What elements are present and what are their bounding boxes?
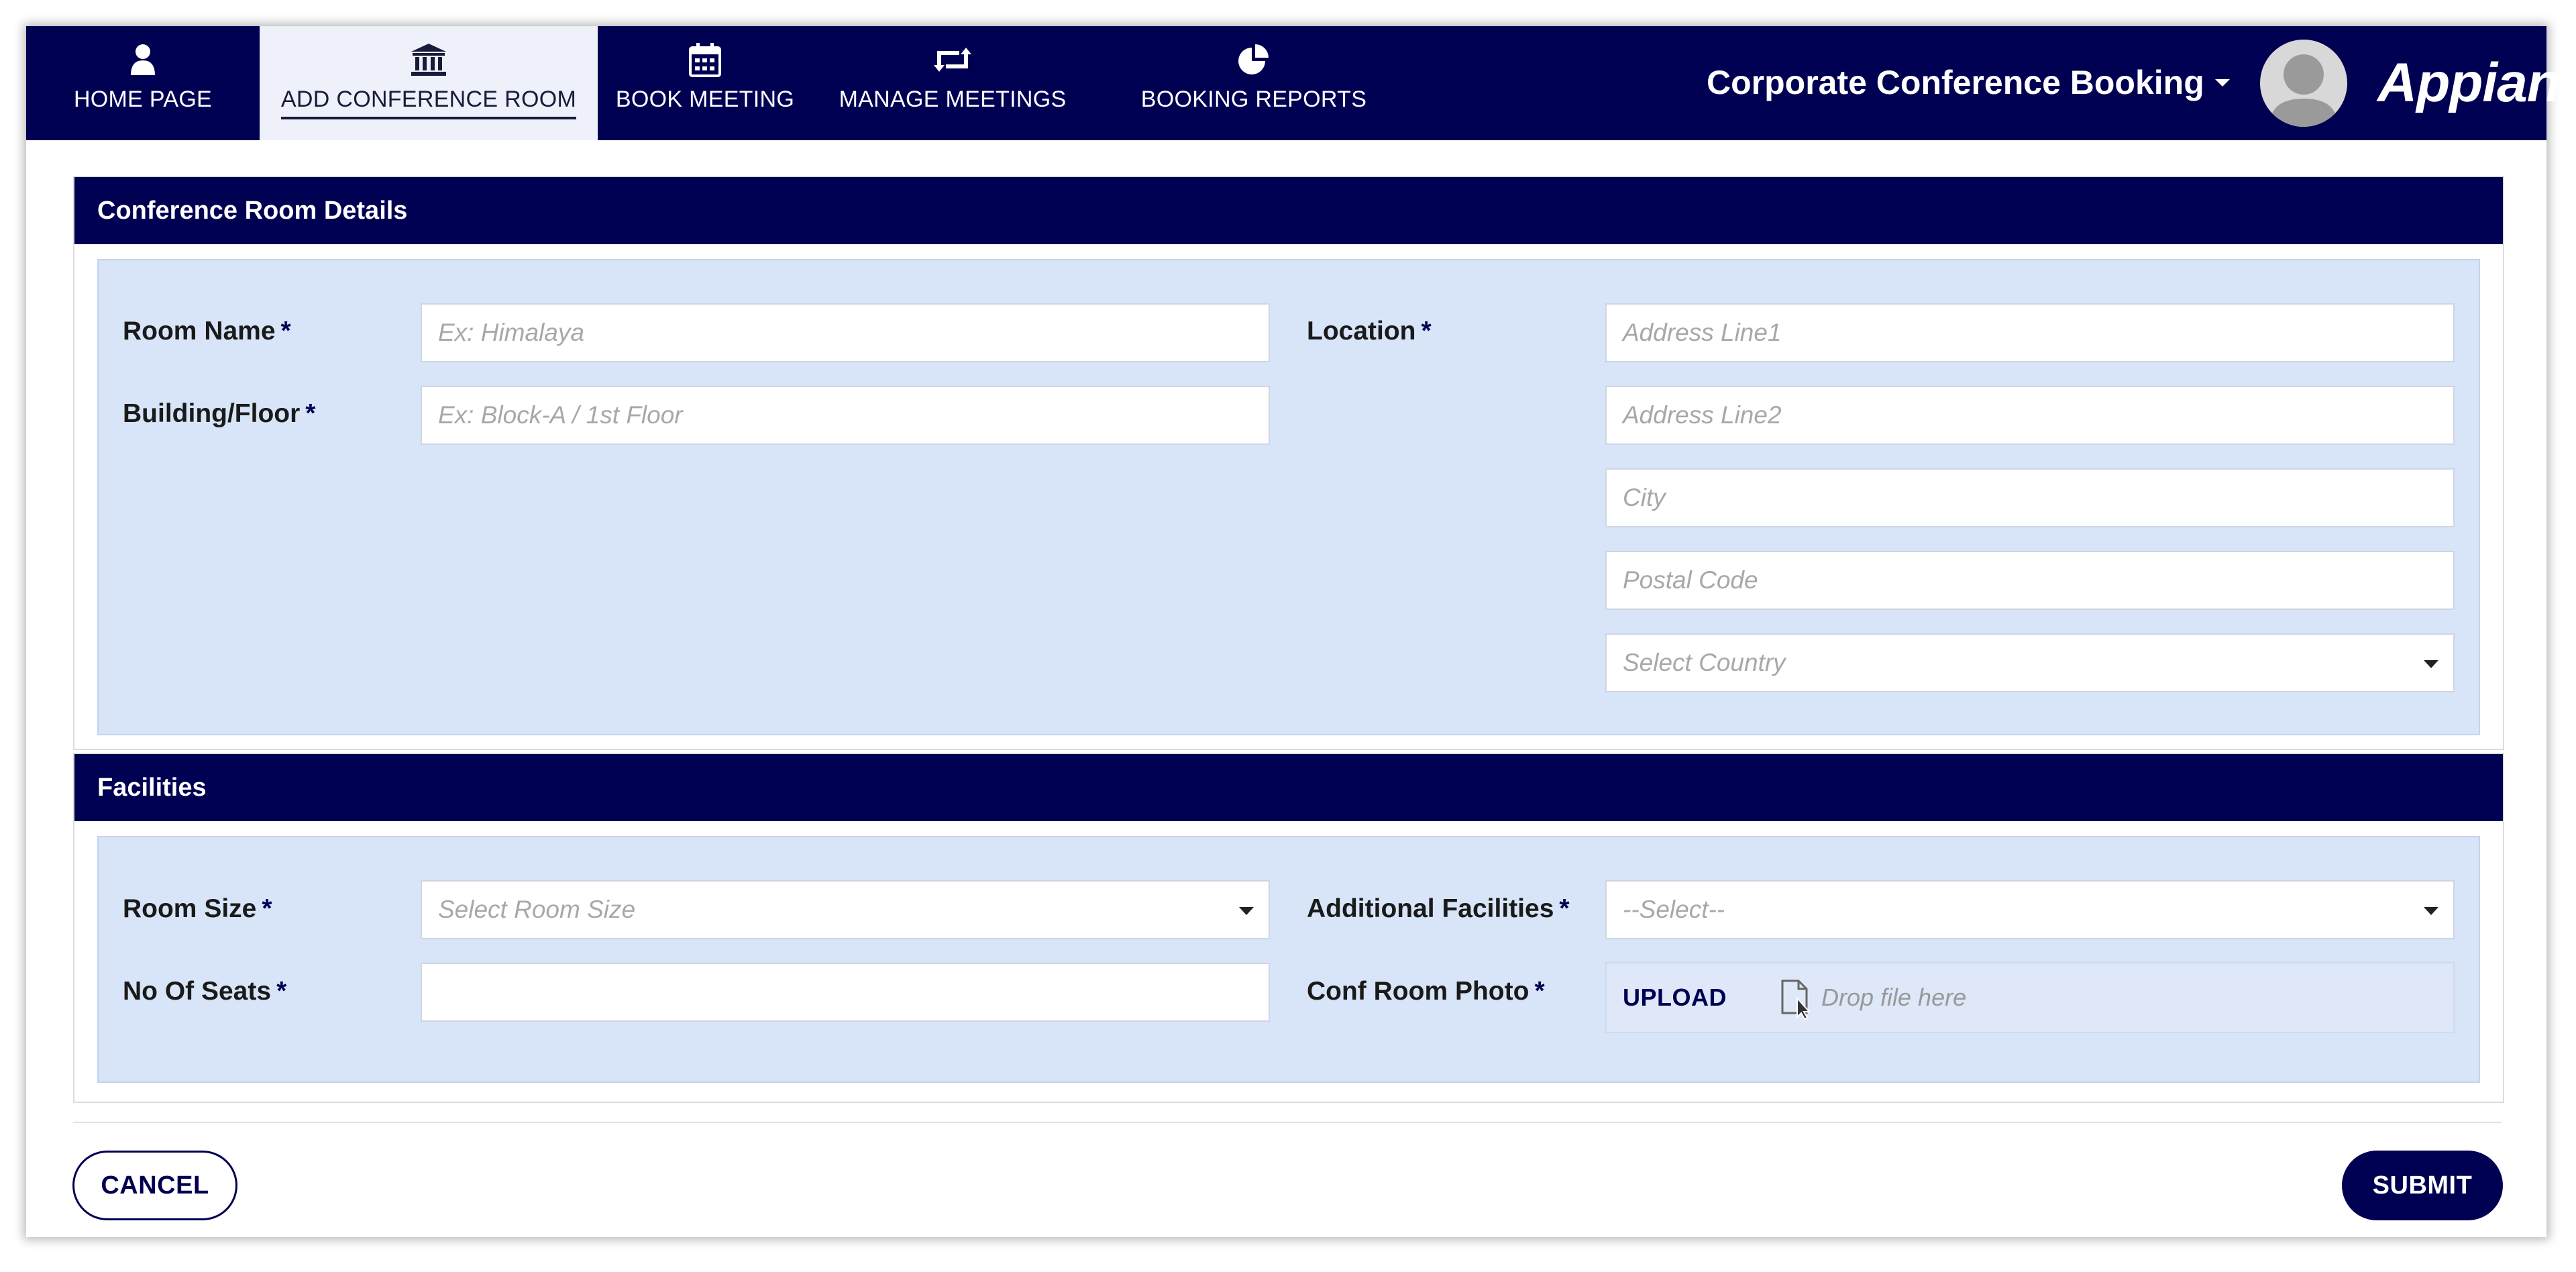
additional-facilities-label: Additional Facilities * (1307, 894, 1570, 923)
tab-add-conference-room[interactable]: ADD CONFERENCE ROOM (260, 26, 598, 140)
country-select-value: Select Country (1623, 649, 1786, 676)
facilities-form-panel: Room Size * Select Room Size No Of Seats *… (97, 836, 2480, 1083)
postal-code-input[interactable]: Postal Code (1605, 551, 2455, 610)
additional-facilities-select[interactable]: --Select-- (1605, 880, 2455, 939)
room-size-select[interactable]: Select Room Size (421, 880, 1270, 939)
building-floor-input[interactable]: Ex: Block-A / 1st Floor (421, 386, 1270, 445)
chevron-down-icon (2214, 78, 2230, 87)
calendar-icon (688, 41, 722, 78)
tab-home-page[interactable]: HOME PAGE (26, 26, 260, 140)
cancel-button[interactable]: CANCEL (72, 1151, 237, 1220)
upload-button[interactable]: UPLOAD (1623, 984, 1727, 1012)
dropdown-arrow-icon (1239, 907, 1254, 915)
no-of-seats-label: No Of Seats * (123, 977, 287, 1006)
room-size-select-value: Select Room Size (438, 896, 636, 923)
divider (73, 1122, 2502, 1123)
retweet-icon (932, 41, 973, 78)
tab-manage-meetings[interactable]: MANAGE MEETINGS (828, 26, 1077, 140)
facilities-section: Facilities Room Size * Select Room Size N… (73, 753, 2504, 1103)
submit-button[interactable]: SUBMIT (2342, 1151, 2503, 1220)
tab-label: BOOKING REPORTS (1140, 87, 1367, 112)
tab-label: HOME PAGE (73, 87, 213, 112)
city-input[interactable]: City (1605, 468, 2455, 527)
user-icon (129, 41, 156, 78)
additional-facilities-select-value: --Select-- (1623, 896, 1725, 923)
conference-room-details-section: Conference Room Details Room Name * Ex: H… (73, 176, 2504, 750)
section-header: Conference Room Details (74, 177, 2503, 244)
location-label: Location * (1307, 317, 1432, 346)
app-switcher[interactable]: Corporate Conference Booking (1707, 63, 2230, 102)
avatar[interactable] (2260, 40, 2347, 127)
dropdown-arrow-icon (2424, 660, 2438, 668)
app-window: HOME PAGE ADD CONFERENCE ROOM BOOK MEETI… (26, 26, 2561, 1237)
room-size-label: Room Size * (123, 894, 272, 923)
tab-label: BOOK MEETING (615, 87, 795, 112)
file-upload-icon (1780, 978, 1813, 1023)
file-drop-zone[interactable]: UPLOAD Drop file here (1605, 962, 2455, 1033)
details-form-panel: Room Name * Ex: Himalaya Building/Floor * … (97, 259, 2480, 735)
tab-booking-reports[interactable]: BOOKING REPORTS (1126, 26, 1381, 140)
top-nav: HOME PAGE ADD CONFERENCE ROOM BOOK MEETI… (26, 26, 2561, 140)
tab-label: MANAGE MEETINGS (839, 87, 1067, 112)
building-floor-label: Building/Floor * (123, 399, 316, 428)
appian-logo: Appian (2377, 52, 2561, 113)
person-silhouette-icon (2269, 54, 2338, 127)
drop-file-hint: Drop file here (1821, 984, 1967, 1011)
address-line1-input[interactable]: Address Line1 (1605, 303, 2455, 362)
pie-chart-icon (1236, 41, 1272, 78)
country-select[interactable]: Select Country (1605, 633, 2455, 692)
bank-icon (410, 41, 447, 78)
app-title: Corporate Conference Booking (1707, 64, 2204, 101)
dropdown-arrow-icon (2424, 907, 2438, 915)
no-of-seats-input[interactable] (421, 963, 1270, 1022)
section-header: Facilities (74, 754, 2503, 821)
room-name-label: Room Name * (123, 317, 291, 346)
tab-label: ADD CONFERENCE ROOM (280, 87, 577, 119)
conf-room-photo-label: Conf Room Photo * (1307, 977, 1545, 1006)
address-line2-input[interactable]: Address Line2 (1605, 386, 2455, 445)
room-name-input[interactable]: Ex: Himalaya (421, 303, 1270, 362)
tab-book-meeting[interactable]: BOOK MEETING (598, 26, 812, 140)
